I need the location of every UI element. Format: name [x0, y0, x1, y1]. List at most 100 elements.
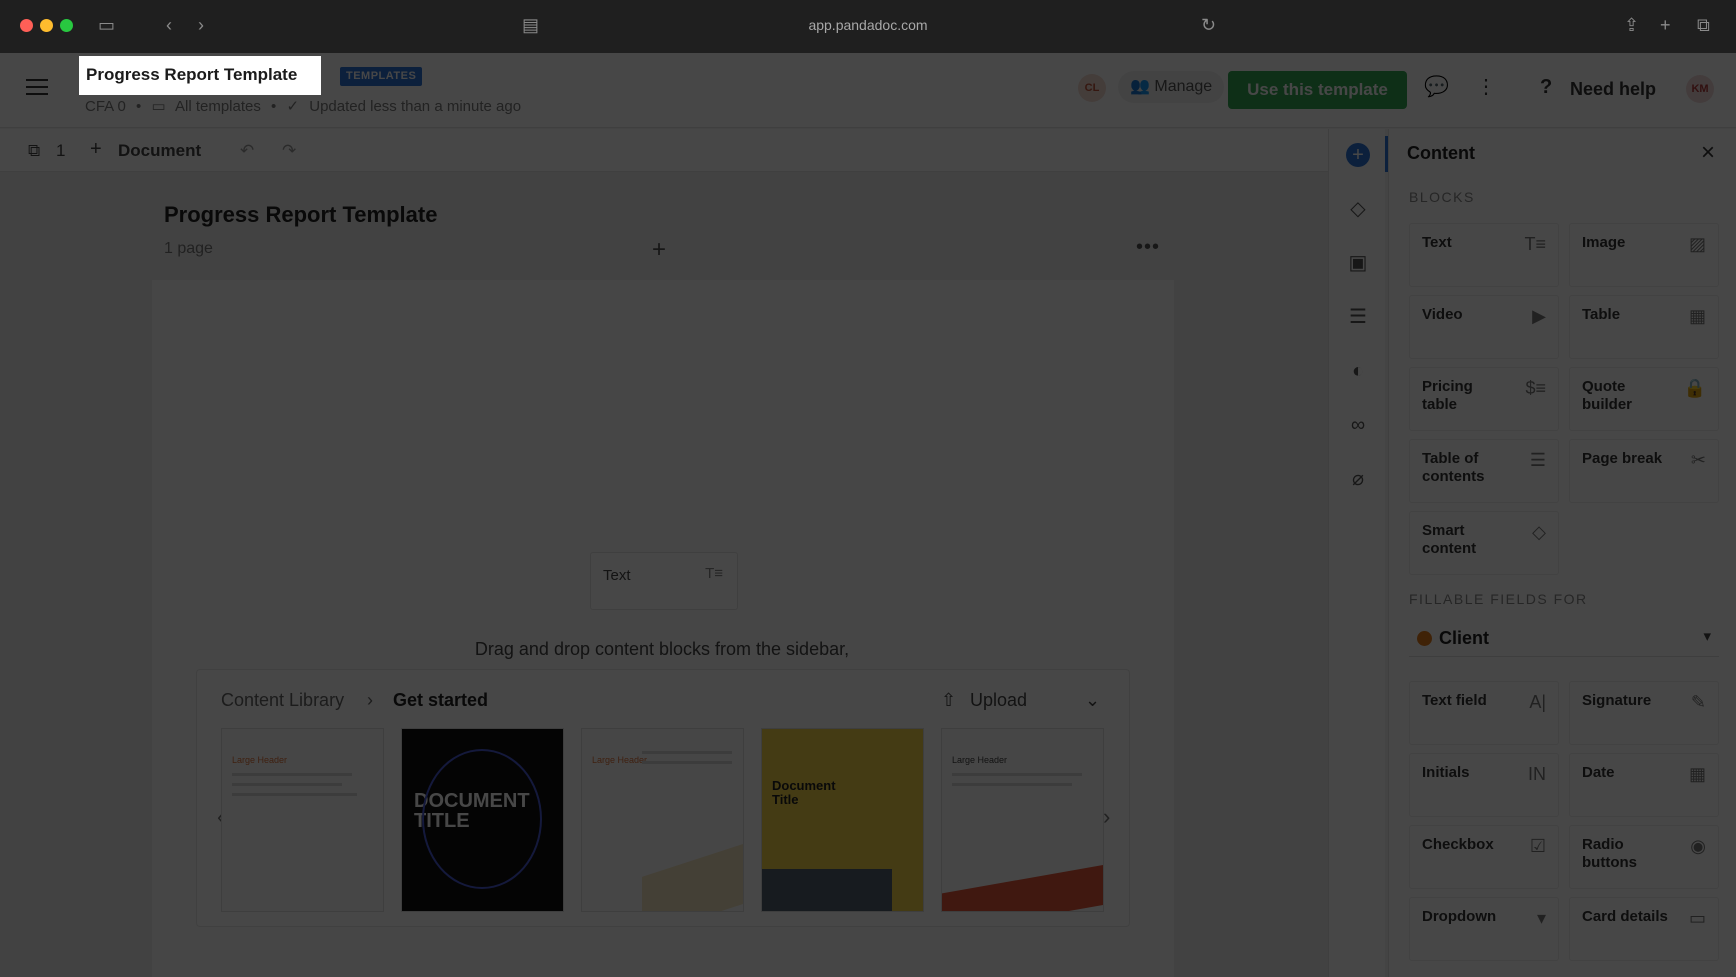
- status-text: Updated less than a minute ago: [309, 98, 522, 115]
- variables-icon[interactable]: ∞: [1346, 413, 1370, 437]
- field-checkbox[interactable]: Checkbox ☑: [1409, 825, 1559, 889]
- panel-title: Content: [1407, 143, 1475, 163]
- radio-icon: ◉: [1690, 836, 1706, 856]
- tool-rail: + ◇ ▣ ☰ ◐ ∞ ⌀: [1328, 129, 1385, 977]
- redo-icon[interactable]: ↷: [282, 141, 296, 161]
- field-card-details[interactable]: Card details ▭: [1569, 897, 1719, 961]
- template-thumbnail[interactable]: DOCUMENT TITLE: [401, 728, 564, 912]
- more-options-icon[interactable]: ⋮: [1476, 75, 1496, 99]
- templates-badge: TEMPLATES: [340, 67, 423, 86]
- undo-icon[interactable]: ↶: [240, 141, 254, 161]
- share-icon[interactable]: ⇪: [1624, 14, 1639, 36]
- drag-hint: Drag and drop content blocks from the si…: [474, 639, 850, 659]
- initials-icon: IN: [1528, 764, 1546, 784]
- chevron-down-icon[interactable]: ⌄: [1085, 690, 1100, 711]
- add-document-icon[interactable]: +: [90, 138, 102, 161]
- use-template-button[interactable]: Use this template: [1228, 71, 1407, 109]
- upload-icon[interactable]: ⇧: [941, 690, 956, 711]
- block-quote-builder[interactable]: Quote builder 🔒: [1569, 367, 1719, 431]
- shapes-icon[interactable]: ◇: [1346, 197, 1370, 221]
- avatar[interactable]: CL: [1078, 74, 1106, 102]
- field-date[interactable]: Date ▦: [1569, 753, 1719, 817]
- calendar-icon: ▦: [1688, 764, 1706, 784]
- breadcrumb: CFA 0 • ▭ All templates • ✓ Updated less…: [85, 98, 522, 115]
- field-dropdown[interactable]: Dropdown ▾: [1409, 897, 1559, 961]
- folder-link[interactable]: All templates: [175, 98, 261, 115]
- editor-canvas: Progress Report Template 1 page + ••• Te…: [0, 172, 1328, 977]
- reload-icon[interactable]: ↻: [1201, 14, 1216, 36]
- check-icon: ✓: [286, 98, 300, 115]
- block-pricing-table[interactable]: Pricing table $≡: [1409, 367, 1559, 431]
- image-icon: ▨: [1688, 234, 1706, 254]
- page-count-label: 1 page: [164, 240, 213, 257]
- chevron-down-icon: ▾: [1703, 628, 1711, 645]
- page-options-icon[interactable]: •••: [1136, 236, 1160, 259]
- help-icon[interactable]: ?: [1540, 75, 1552, 99]
- new-tab-icon[interactable]: +: [1660, 14, 1671, 36]
- attachment-icon[interactable]: ⌀: [1346, 467, 1370, 491]
- video-icon: ▶: [1532, 306, 1546, 326]
- recipient-select[interactable]: Client ▾: [1409, 619, 1719, 657]
- content-library: Content Library › Get started ⇧ Upload ⌄…: [196, 669, 1130, 927]
- editor-toolbar: ⧉ 1 + Document ↶ ↷: [0, 129, 1328, 172]
- manage-button[interactable]: 👥 Manage: [1118, 71, 1225, 103]
- shapes-icon: ◇: [1532, 522, 1546, 542]
- user-avatar[interactable]: KM: [1686, 75, 1714, 103]
- document-title-field[interactable]: Progress Report Template: [80, 57, 320, 94]
- comments-icon[interactable]: 💬: [1424, 75, 1449, 99]
- template-thumbnail[interactable]: Large Header: [221, 728, 384, 912]
- lock-icon: 🔒: [1683, 378, 1706, 398]
- workspace-label[interactable]: CFA 0: [85, 98, 126, 115]
- template-thumbnail[interactable]: Large Header: [941, 728, 1104, 912]
- block-table[interactable]: Table ▦: [1569, 295, 1719, 359]
- card-icon: ▭: [1688, 908, 1706, 928]
- people-icon: 👥: [1130, 78, 1150, 95]
- help-link[interactable]: Need help: [1570, 79, 1656, 100]
- embed-icon[interactable]: ▣: [1346, 251, 1370, 275]
- pages-icon[interactable]: ⧉: [28, 141, 40, 161]
- block-table-of-contents[interactable]: Table of contents ☰: [1409, 439, 1559, 503]
- dropdown-icon: ▾: [1536, 908, 1546, 928]
- scissors-icon: ✂: [1690, 450, 1706, 470]
- dragging-text-block[interactable]: Text T≡: [590, 552, 738, 610]
- template-thumbnail[interactable]: Large Header: [581, 728, 744, 912]
- crumb-get-started[interactable]: Get started: [393, 690, 488, 711]
- block-text[interactable]: Text T≡: [1409, 223, 1559, 287]
- page-count: 1: [56, 141, 66, 160]
- add-content-icon[interactable]: +: [1346, 143, 1370, 167]
- text-icon: T≡: [705, 565, 723, 582]
- text-icon: T≡: [1524, 234, 1547, 254]
- table-icon: ▦: [1688, 306, 1706, 326]
- field-radio-buttons[interactable]: Radio buttons ◉: [1569, 825, 1719, 889]
- field-initials[interactable]: Initials IN: [1409, 753, 1559, 817]
- list-icon: ☰: [1529, 450, 1546, 470]
- fillable-heading: FILLABLE FIELDS FOR: [1409, 591, 1588, 607]
- recipient-color-dot: [1417, 631, 1432, 646]
- add-page-icon[interactable]: +: [652, 236, 666, 264]
- menu-icon[interactable]: [26, 79, 48, 95]
- next-arrow-icon[interactable]: ›: [1103, 804, 1110, 830]
- block-video[interactable]: Video ▶: [1409, 295, 1559, 359]
- database-icon[interactable]: ☰: [1346, 305, 1370, 329]
- block-image[interactable]: Image ▨: [1569, 223, 1719, 287]
- chevron-right-icon: ›: [367, 690, 373, 710]
- block-page-break[interactable]: Page break ✂: [1569, 439, 1719, 503]
- upload-button[interactable]: Upload: [970, 690, 1027, 711]
- text-field-icon: A|: [1529, 692, 1546, 712]
- content-library-link[interactable]: Content Library: [221, 690, 344, 711]
- content-panel: Content × BLOCKS Text T≡ Image ▨ Video ▶ Ta…: [1388, 129, 1736, 977]
- template-thumbnail[interactable]: Document Title: [761, 728, 924, 912]
- field-signature[interactable]: Signature ✎: [1569, 681, 1719, 745]
- block-smart-content[interactable]: Smart content ◇: [1409, 511, 1559, 575]
- folder-icon: ▭: [151, 98, 166, 115]
- document-button[interactable]: Document: [118, 141, 201, 161]
- checkbox-icon: ☑: [1529, 836, 1546, 856]
- palette-icon[interactable]: ◐: [1346, 359, 1370, 383]
- pricing-icon: $≡: [1525, 378, 1546, 398]
- page-title: Progress Report Template: [164, 202, 438, 227]
- field-text[interactable]: Text field A|: [1409, 681, 1559, 745]
- blocks-heading: BLOCKS: [1409, 189, 1475, 205]
- tabs-overview-icon[interactable]: ⧉: [1697, 14, 1710, 36]
- close-icon[interactable]: ×: [1701, 139, 1715, 167]
- address-bar[interactable]: app.pandadoc.com: [0, 17, 1736, 33]
